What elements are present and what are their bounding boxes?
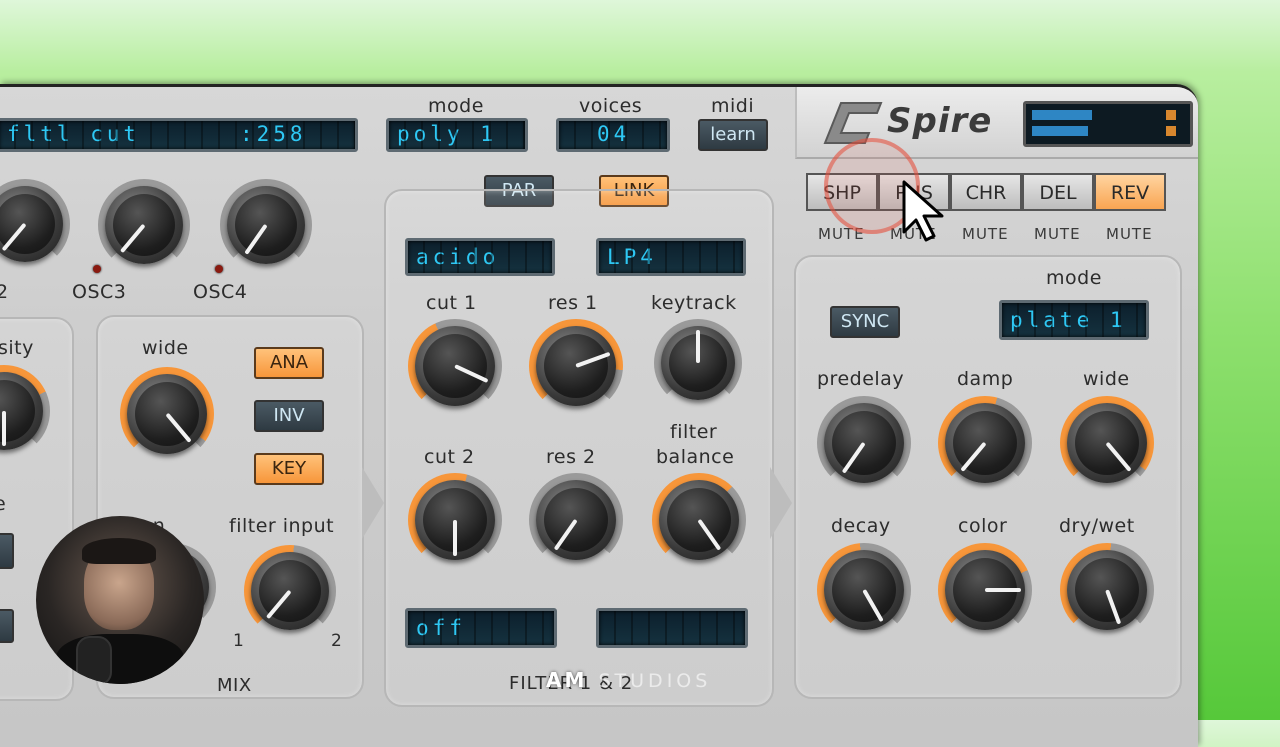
mix-label: MIX: [217, 675, 252, 696]
knob-pointer: [696, 329, 700, 363]
filter-input-knob[interactable]: [244, 545, 336, 637]
filter-input-1-label: 1: [233, 631, 245, 651]
filter-input-label: filter input: [229, 515, 335, 537]
dry-wet-knob[interactable]: [1060, 543, 1154, 637]
reverb-mode-label: mode: [1046, 267, 1102, 289]
osc4-label: OSC4: [193, 281, 248, 303]
osc2-label: 2: [0, 281, 9, 303]
osc4-knob[interactable]: [220, 179, 312, 271]
cut2-knob[interactable]: [408, 473, 502, 567]
color-knob[interactable]: [938, 543, 1032, 637]
mouse-cursor-icon: [902, 180, 944, 242]
ana-button[interactable]: ANA: [254, 347, 324, 379]
res1-label: res 1: [548, 292, 598, 314]
decay-knob[interactable]: [817, 543, 911, 637]
osc3-label: OSC3: [72, 281, 127, 303]
section-arrow-left: [362, 467, 384, 539]
osc3-knob[interactable]: [98, 179, 190, 271]
fx-tab-rev[interactable]: REV: [1094, 173, 1166, 211]
fx-mute-del[interactable]: MUTE: [1034, 225, 1081, 243]
presenter-hair: [82, 538, 156, 564]
reverb-wide-knob[interactable]: [1060, 396, 1154, 490]
cut1-knob[interactable]: [408, 319, 502, 413]
watermark-am: AM: [546, 668, 588, 692]
res2-label: res 2: [546, 446, 596, 468]
cut2-label: cut 2: [424, 446, 475, 468]
damp-label: damp: [957, 368, 1014, 390]
filter-balance-knob[interactable]: [652, 473, 746, 567]
res2-knob[interactable]: [529, 473, 623, 567]
left-edge-button-1[interactable]: [0, 533, 14, 569]
knob-pointer: [453, 520, 457, 556]
voices-display[interactable]: 04: [556, 118, 670, 152]
knob-pointer: [985, 588, 1021, 592]
filter1-type-display[interactable]: acido: [405, 238, 555, 276]
predelay-knob[interactable]: [817, 396, 911, 490]
density-label: sity: [0, 337, 34, 359]
fx-mute-rev[interactable]: MUTE: [1106, 225, 1153, 243]
cut1-label: cut 1: [426, 292, 477, 314]
output-meter: [1023, 101, 1193, 147]
reverb-wide-label: wide: [1083, 368, 1130, 390]
decay-label: decay: [831, 515, 891, 537]
watermark: AM STUDIOS: [546, 668, 711, 692]
filter2-bottom-display[interactable]: [596, 608, 748, 648]
osc4-led: [215, 265, 223, 273]
mode-label: mode: [428, 95, 484, 117]
wide-label: wide: [142, 337, 189, 359]
microphone-icon: [76, 636, 112, 684]
fx-tab-del[interactable]: DEL: [1022, 173, 1094, 211]
osc1-knob[interactable]: [0, 179, 70, 269]
inv-button[interactable]: INV: [254, 400, 324, 432]
midi-label: midi: [711, 95, 755, 117]
filter2-type-display[interactable]: LP4: [596, 238, 746, 276]
spire-logo: Spire: [887, 101, 993, 141]
keytrack-label: keytrack: [651, 292, 737, 314]
damp-knob[interactable]: [938, 396, 1032, 490]
midi-learn-button[interactable]: learn: [698, 119, 768, 151]
fx-mute-chr[interactable]: MUTE: [962, 225, 1009, 243]
filter-balance-label-1: filter: [670, 421, 718, 443]
res1-knob[interactable]: [529, 319, 623, 413]
webcam-overlay: [36, 516, 204, 684]
voice-mode-display[interactable]: poly 1: [386, 118, 528, 152]
section-arrow-right: [770, 467, 792, 539]
watermark-studios: STUDIOS: [598, 670, 712, 692]
sync-button[interactable]: SYNC: [830, 306, 900, 338]
left-edge-button-2[interactable]: [0, 609, 14, 643]
parameter-display: fltl cut :258: [0, 118, 358, 152]
fx-tab-chr[interactable]: CHR: [950, 173, 1022, 211]
predelay-label: predelay: [817, 368, 905, 390]
filter-balance-label-2: balance: [656, 446, 735, 468]
dry-wet-label: dry/wet: [1059, 515, 1135, 537]
color-label: color: [958, 515, 1008, 537]
reverb-mode-display[interactable]: plate 1: [999, 300, 1149, 340]
knob-pointer: [2, 411, 6, 446]
filter-input-2-label: 2: [331, 631, 343, 651]
mixer-wide-knob[interactable]: [120, 367, 214, 461]
keytrack-knob[interactable]: [654, 319, 742, 407]
filter1-bottom-display[interactable]: off: [405, 608, 557, 648]
voices-label: voices: [579, 95, 643, 117]
key-button[interactable]: KEY: [254, 453, 324, 485]
param-e-label: e: [0, 493, 6, 515]
osc3-led: [93, 265, 101, 273]
